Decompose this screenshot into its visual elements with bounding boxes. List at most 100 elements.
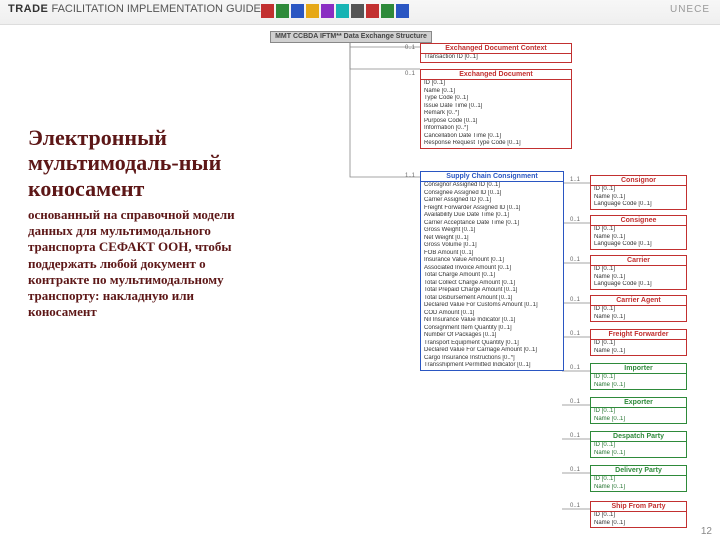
- attribute-line: Number Of Packages [0..1]: [421, 332, 563, 340]
- org-label: UNECE: [670, 4, 710, 15]
- cardinality: 0..1: [570, 257, 580, 263]
- cardinality: 1..1: [570, 177, 580, 183]
- attribute-line: ID [0..1]: [591, 266, 686, 274]
- attribute-line: Name [0..1]: [591, 382, 686, 390]
- attribute-line: Name [0..1]: [591, 520, 686, 528]
- box-title: Carrier Agent: [591, 296, 686, 306]
- box-importer: ImporterID [0..1]Name [0..1]: [590, 363, 687, 390]
- attribute-line: Language Code [0..1]: [591, 281, 686, 289]
- attribute-line: Total Prepaid Charge Amount [0..1]: [421, 287, 563, 295]
- attribute-line: Name [0..1]: [421, 88, 571, 96]
- attribute-line: Carrier Assigned ID [0..1]: [421, 197, 563, 205]
- attribute-line: Consignor Assigned ID [0..1]: [421, 182, 563, 190]
- box-title: Exporter: [591, 398, 686, 408]
- box-carrier: CarrierID [0..1]Name [0..1]Language Code…: [590, 255, 687, 290]
- attribute-line: ID [0..1]: [591, 374, 686, 382]
- cardinality: 1..1: [405, 173, 415, 179]
- attribute-line: Cancellation Date Time [0..1]: [421, 133, 571, 141]
- attribute-line: Transport Equipment Quantity [0..1]: [421, 340, 563, 348]
- slide-content: Электронный мультимодаль-ный коносамент …: [0, 25, 720, 540]
- box-supply-chain-consignment: Supply Chain Consignment Consignor Assig…: [420, 171, 564, 371]
- cardinality: 0..1: [570, 331, 580, 337]
- attribute-line: Name [0..1]: [591, 274, 686, 282]
- attribute-line: Response Request Type Code [0..1]: [421, 140, 571, 148]
- attribute-line: Gross Volume [0..1]: [421, 242, 563, 250]
- attribute-line: Declared Value For Carriage Amount [0..1…: [421, 347, 563, 355]
- cardinality: 0..1: [570, 467, 580, 473]
- box-title: Exchanged Document Context: [421, 44, 571, 54]
- attribute-line: Information [0..*]: [421, 125, 571, 133]
- box-shipfrom: Ship From PartyID [0..1]Name [0..1]: [590, 501, 687, 528]
- attribute-line: Name [0..1]: [591, 314, 686, 322]
- cardinality: 0..1: [570, 503, 580, 509]
- box-title: Importer: [591, 364, 686, 374]
- box-title: Ship From Party: [591, 502, 686, 512]
- attribute-line: Name [0..1]: [591, 484, 686, 492]
- root-node: MMT CCBDA IFTM** Data Exchange Structure: [270, 31, 432, 43]
- slide-text: Электронный мультимодаль-ный коносамент …: [28, 125, 243, 321]
- attribute-line: Name [0..1]: [591, 348, 686, 356]
- page-number: 12: [701, 526, 712, 537]
- box-forwarder: Freight ForwarderID [0..1]Name [0..1]: [590, 329, 687, 356]
- app-header: TRADE FACILITATION IMPLEMENTATION GUIDE …: [0, 0, 720, 25]
- slide-body: основанный на справочной модели данных д…: [28, 207, 243, 321]
- attribute-line: Associated Invoice Amount [0..1]: [421, 265, 563, 273]
- attribute-line: Purpose Code [0..1]: [421, 118, 571, 126]
- attribute-line: Language Code [0..1]: [591, 201, 686, 209]
- brand-logo: TRADE FACILITATION IMPLEMENTATION GUIDE: [8, 3, 261, 15]
- attribute-line: Gross Weight [0..1]: [421, 227, 563, 235]
- box-exporter: ExporterID [0..1]Name [0..1]: [590, 397, 687, 424]
- cardinality: 0..1: [570, 399, 580, 405]
- cardinality: 0..1: [405, 45, 415, 51]
- attribute-line: Consignee Assigned ID [0..1]: [421, 190, 563, 198]
- attribute-line: ID [0..1]: [591, 512, 686, 520]
- box-title: Carrier: [591, 256, 686, 266]
- box-title: Consignor: [591, 176, 686, 186]
- box-consignor: ConsignorID [0..1]Name [0..1]Language Co…: [590, 175, 687, 210]
- attribute-line: ID [0..1]: [421, 80, 571, 88]
- cardinality: 0..1: [570, 365, 580, 371]
- slide-title: Электронный мультимодаль-ный коносамент: [28, 125, 243, 201]
- cardinality: 0..1: [570, 297, 580, 303]
- box-despatch: Despatch PartyID [0..1]Name [0..1]: [590, 431, 687, 458]
- attribute-line: COD Amount [0..1]: [421, 310, 563, 318]
- attribute-line: Transshipment Permitted Indicator [0..1]: [421, 362, 563, 370]
- box-consignee: ConsigneeID [0..1]Name [0..1]Language Co…: [590, 215, 687, 250]
- cardinality: 0..1: [405, 71, 415, 77]
- attribute-line: Freight Forwarder Assigned ID [0..1]: [421, 205, 563, 213]
- box-exchanged-document-context: Exchanged Document Context Transaction I…: [420, 43, 572, 63]
- attribute-line: Consignment Item Quantity [0..1]: [421, 325, 563, 333]
- attribute-line: Net Weight [0..1]: [421, 235, 563, 243]
- box-delivery: Delivery PartyID [0..1]Name [0..1]: [590, 465, 687, 492]
- box-exchanged-document: Exchanged Document ID [0..1]Name [0..1]T…: [420, 69, 572, 149]
- cardinality: 0..1: [570, 433, 580, 439]
- brand-main: TRADE: [8, 3, 48, 15]
- box-title: Exchanged Document: [421, 70, 571, 80]
- attribute-line: Cargo Insurance Instructions [0..*]: [421, 355, 563, 363]
- attribute-line: Type Code [0..1]: [421, 95, 571, 103]
- attribute-line: Carrier Acceptance Date Time [0..1]: [421, 220, 563, 228]
- attribute-line: Name [0..1]: [591, 450, 686, 458]
- data-model-diagram: MMT CCBDA IFTM** Data Exchange Structure…: [260, 25, 710, 540]
- attribute-line: Availability Due Date Time [0..1]: [421, 212, 563, 220]
- color-stripe: [260, 4, 410, 18]
- attribute-line: Insurance Value Amount [0..1]: [421, 257, 563, 265]
- box-title: Despatch Party: [591, 432, 686, 442]
- attribute-line: ID [0..1]: [591, 306, 686, 314]
- box-title: Delivery Party: [591, 466, 686, 476]
- box-title: Supply Chain Consignment: [421, 172, 563, 182]
- attribute-line: Total Disbursement Amount [0..1]: [421, 295, 563, 303]
- attribute-line: Language Code [0..1]: [591, 241, 686, 249]
- attribute-line: Name [0..1]: [591, 194, 686, 202]
- attribute-line: Nil Insurance Value Indicator [0..1]: [421, 317, 563, 325]
- cardinality: 0..1: [570, 217, 580, 223]
- attribute-line: ID [0..1]: [591, 476, 686, 484]
- attribute-line: Transaction ID [0..1]: [421, 54, 571, 62]
- brand-sub: FACILITATION IMPLEMENTATION GUIDE: [51, 3, 260, 15]
- attribute-line: Remark [0..*]: [421, 110, 571, 118]
- attribute-line: Total Collect Charge Amount [0..1]: [421, 280, 563, 288]
- attribute-line: Name [0..1]: [591, 416, 686, 424]
- attribute-line: Total Charge Amount [0..1]: [421, 272, 563, 280]
- attribute-line: Declared Value For Customs Amount [0..1]: [421, 302, 563, 310]
- attribute-line: ID [0..1]: [591, 442, 686, 450]
